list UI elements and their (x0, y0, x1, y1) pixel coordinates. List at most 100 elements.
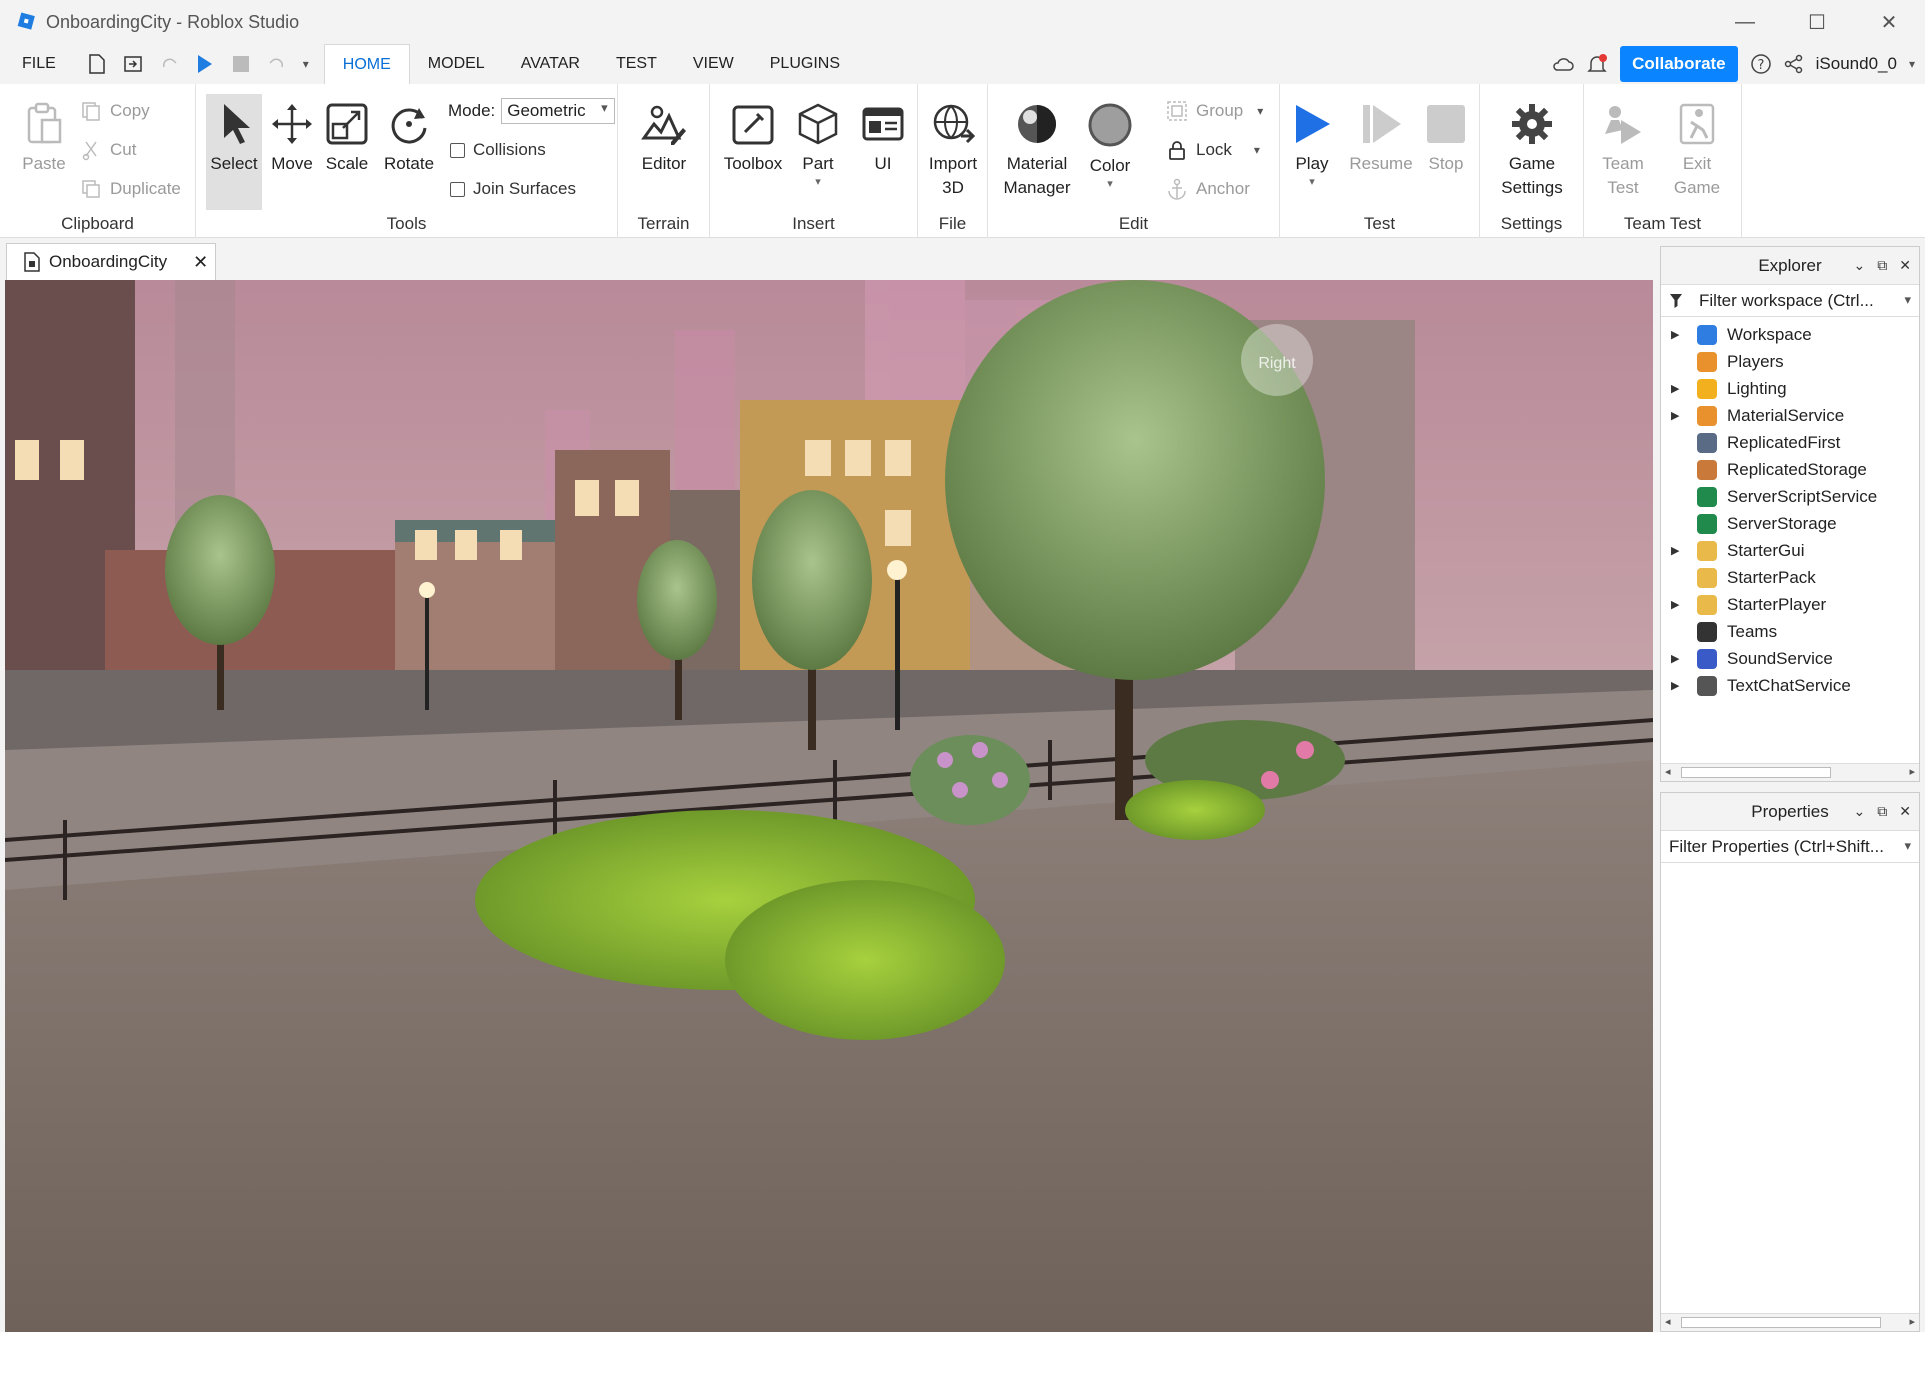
resume-button[interactable]: Resume (1344, 102, 1418, 176)
part-button[interactable]: Part ▾ (792, 102, 844, 188)
properties-filter-input[interactable]: Filter Properties (Ctrl+Shift... (1669, 837, 1884, 857)
properties-horizontal-scrollbar[interactable]: ◂ ▸ (1661, 1313, 1919, 1331)
properties-filter-dropdown-icon[interactable]: ▾ (1904, 838, 1911, 854)
part-dropdown-icon[interactable]: ▾ (815, 176, 821, 188)
explorer-item[interactable]: ▶ MaterialService (1661, 402, 1919, 429)
help-icon[interactable]: ? (1750, 53, 1772, 75)
undo-icon[interactable] (262, 49, 292, 79)
explorer-item[interactable]: ▶ Lighting (1661, 375, 1919, 402)
explorer-item[interactable]: Teams (1661, 618, 1919, 645)
expand-arrow-icon[interactable]: ▶ (1671, 679, 1685, 692)
close-tab-icon[interactable]: ✕ (193, 252, 208, 273)
properties-collapse-icon[interactable]: ⌄ (1854, 803, 1866, 820)
quick-stop-icon[interactable] (226, 49, 256, 79)
play-button[interactable]: Play ▾ (1284, 102, 1340, 188)
3d-viewport[interactable]: Right (5, 280, 1653, 1332)
explorer-horizontal-scrollbar[interactable]: ◂ ▸ (1661, 763, 1919, 781)
anchor-button[interactable]: Anchor (1166, 178, 1250, 200)
explorer-item[interactable]: ServerScriptService (1661, 483, 1919, 510)
explorer-filter[interactable]: Filter workspace (Ctrl... ▾ (1661, 285, 1919, 317)
collaborate-button[interactable]: Collaborate (1620, 46, 1738, 82)
explorer-item[interactable]: ▶ Workspace (1661, 321, 1919, 348)
explorer-item[interactable]: ▶ TextChatService (1661, 672, 1919, 699)
cloud-icon[interactable] (1552, 56, 1574, 72)
user-name[interactable]: iSound0_0 (1816, 54, 1897, 74)
expand-arrow-icon[interactable]: ▶ (1671, 544, 1685, 557)
redo-icon[interactable] (154, 49, 184, 79)
material-manager-button[interactable]: Material Manager (996, 102, 1078, 200)
explorer-item[interactable]: StarterPack (1661, 564, 1919, 591)
collisions-toggle[interactable]: Collisions (450, 140, 546, 160)
game-settings-button[interactable]: Game Settings (1492, 102, 1572, 200)
doc-tab-onboardingcity[interactable]: OnboardingCity ✕ (6, 243, 216, 280)
import-3d-button[interactable]: Import 3D (924, 102, 982, 200)
explorer-filter-dropdown-icon[interactable]: ▾ (1904, 292, 1911, 308)
play-dropdown-icon[interactable]: ▾ (1309, 176, 1315, 188)
ui-button[interactable]: UI (858, 102, 908, 176)
tab-test[interactable]: TEST (598, 44, 675, 84)
maximize-icon[interactable]: ☐ (1781, 0, 1853, 44)
notification-bell-icon[interactable] (1586, 53, 1608, 75)
scroll-right-icon[interactable]: ▸ (1909, 765, 1915, 778)
lock-dropdown-icon[interactable]: ▾ (1254, 143, 1260, 157)
explorer-item[interactable]: ServerStorage (1661, 510, 1919, 537)
properties-undock-icon[interactable]: ⧉ (1877, 803, 1887, 820)
explorer-item[interactable]: ReplicatedStorage (1661, 456, 1919, 483)
explorer-undock-icon[interactable]: ⧉ (1877, 257, 1887, 274)
stop-button[interactable]: Stop (1420, 102, 1472, 176)
scroll-thumb[interactable] (1681, 767, 1831, 778)
tab-plugins[interactable]: PLUGINS (752, 44, 858, 84)
file-menu[interactable]: FILE (22, 55, 56, 73)
explorer-item[interactable]: Players (1661, 348, 1919, 375)
expand-arrow-icon[interactable]: ▶ (1671, 598, 1685, 611)
scroll-left-icon[interactable]: ◂ (1665, 765, 1671, 778)
expand-arrow-icon[interactable]: ▶ (1671, 328, 1685, 341)
expand-arrow-icon[interactable]: ▶ (1671, 409, 1685, 422)
quick-access-dropdown-icon[interactable]: ▾ (298, 49, 314, 79)
properties-close-icon[interactable]: ✕ (1899, 803, 1911, 820)
user-dropdown-icon[interactable]: ▾ (1909, 57, 1915, 71)
mode-select[interactable]: Mode: Geometric (448, 98, 615, 124)
color-button[interactable]: Color ▾ (1084, 102, 1136, 190)
city-scene[interactable]: Right (5, 280, 1653, 1332)
properties-filter[interactable]: Filter Properties (Ctrl+Shift... ▾ (1661, 831, 1919, 863)
quick-play-icon[interactable] (190, 49, 220, 79)
explorer-close-icon[interactable]: ✕ (1899, 257, 1911, 274)
collisions-checkbox[interactable] (450, 142, 465, 158)
share-icon[interactable] (1784, 54, 1804, 74)
color-dropdown-icon[interactable]: ▾ (1107, 178, 1113, 190)
group-button[interactable]: Group ▾ (1166, 100, 1263, 122)
mode-dropdown[interactable]: Geometric (501, 98, 615, 124)
tab-model[interactable]: MODEL (410, 44, 503, 84)
cut-button[interactable]: Cut (80, 139, 136, 161)
toolbox-button[interactable]: Toolbox (720, 102, 786, 176)
join-surfaces-checkbox[interactable] (450, 181, 465, 197)
explorer-item[interactable]: ▶ SoundService (1661, 645, 1919, 672)
move-tool-button[interactable]: Move (266, 102, 318, 176)
tab-view[interactable]: VIEW (675, 44, 752, 84)
explorer-filter-input[interactable]: Filter workspace (Ctrl... (1699, 291, 1874, 311)
copy-button[interactable]: Copy (80, 100, 150, 122)
tab-avatar[interactable]: AVATAR (503, 44, 598, 84)
explorer-item[interactable]: ReplicatedFirst (1661, 429, 1919, 456)
scroll-right-icon[interactable]: ▸ (1909, 1315, 1915, 1328)
paste-button[interactable]: Paste (14, 102, 74, 176)
team-test-button[interactable]: Team Test (1592, 102, 1654, 200)
tab-home[interactable]: HOME (323, 44, 410, 84)
duplicate-button[interactable]: Duplicate (80, 178, 181, 200)
explorer-collapse-icon[interactable]: ⌄ (1854, 257, 1866, 274)
close-window-icon[interactable]: ✕ (1853, 0, 1925, 44)
scale-tool-button[interactable]: Scale (321, 102, 373, 176)
select-tool-button[interactable]: Select (206, 94, 262, 210)
new-file-icon[interactable] (82, 49, 112, 79)
lock-button[interactable]: Lock ▾ (1166, 139, 1260, 161)
terrain-editor-button[interactable]: Editor (634, 102, 694, 176)
expand-arrow-icon[interactable]: ▶ (1671, 382, 1685, 395)
expand-arrow-icon[interactable]: ▶ (1671, 652, 1685, 665)
open-file-icon[interactable] (118, 49, 148, 79)
group-dropdown-icon[interactable]: ▾ (1257, 104, 1263, 118)
view-cube[interactable]: Right (1241, 324, 1313, 396)
join-surfaces-toggle[interactable]: Join Surfaces (450, 179, 576, 199)
scroll-left-icon[interactable]: ◂ (1665, 1315, 1671, 1328)
minimize-icon[interactable]: — (1709, 0, 1781, 44)
